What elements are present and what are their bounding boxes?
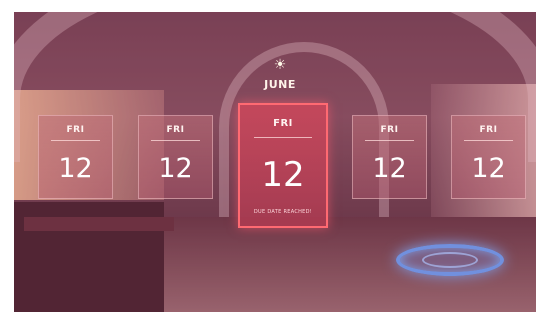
- date-number: 12: [158, 153, 193, 184]
- card-divider: [365, 140, 414, 141]
- day-label: FRI: [273, 118, 293, 129]
- date-card[interactable]: FRI 12: [352, 115, 427, 199]
- date-number: 12: [372, 153, 407, 184]
- day-label: FRI: [380, 125, 399, 135]
- card-divider: [151, 140, 200, 141]
- date-card[interactable]: FRI 12: [38, 115, 113, 199]
- date-card[interactable]: FRI 12: [138, 115, 213, 199]
- game-viewport: ☀ JUNE FRI 12 FRI 12 FRI 12 DUE DATE REA…: [14, 12, 536, 312]
- card-divider: [51, 140, 100, 141]
- day-label: FRI: [66, 125, 85, 135]
- date-card-selected[interactable]: FRI 12 DUE DATE REACHED!: [238, 103, 328, 228]
- month-label: JUNE: [264, 78, 296, 91]
- date-card[interactable]: FRI 12: [451, 115, 526, 199]
- date-number: 12: [471, 153, 506, 184]
- day-label: FRI: [166, 125, 185, 135]
- card-divider: [254, 137, 312, 138]
- due-date-notice: DUE DATE REACHED!: [253, 209, 313, 215]
- sun-icon: ☀: [273, 57, 287, 73]
- date-number: 12: [58, 153, 93, 184]
- date-number: 12: [261, 155, 305, 195]
- card-divider: [464, 140, 513, 141]
- day-label: FRI: [479, 125, 498, 135]
